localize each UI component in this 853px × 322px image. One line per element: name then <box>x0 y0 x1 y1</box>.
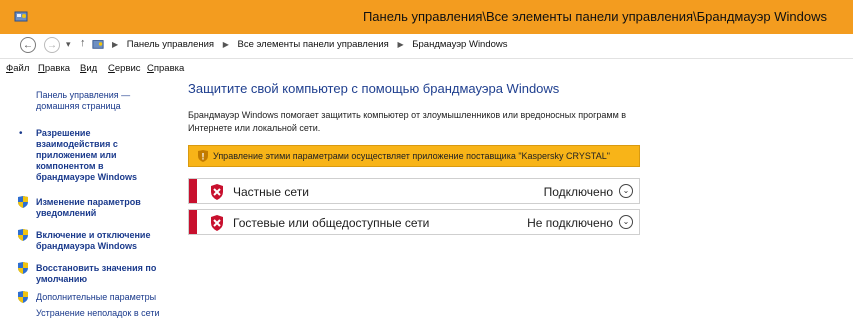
bullet-icon: • <box>19 128 23 139</box>
uac-shield-icon <box>18 262 28 274</box>
sidebar-item-notifications[interactable]: Изменение параметров уведомлений <box>36 197 166 219</box>
warning-text: Управление этими параметрами осуществляе… <box>213 151 610 161</box>
shield-warning-icon: ! <box>198 150 208 162</box>
menu-edit[interactable]: Правка <box>38 63 70 74</box>
sidebar-item-toggle-firewall[interactable]: Включение и отключение брандмауэра Windo… <box>36 230 166 252</box>
sidebar-home-link[interactable]: Панель управления — домашняя страница <box>36 90 166 112</box>
control-panel-small-icon <box>92 38 104 52</box>
page-title: Защитите свой компьютер с помощью брандм… <box>188 81 560 96</box>
network-status-marker <box>189 210 197 234</box>
back-button[interactable]: ← <box>20 37 36 53</box>
warning-banner: ! Управление этими параметрами осуществл… <box>188 145 640 167</box>
sidebar-item-restore-defaults[interactable]: Восстановить значения по умолчанию <box>36 263 166 285</box>
page-description: Брандмауэр Windows помогает защитить ком… <box>188 110 627 133</box>
up-button[interactable]: ↑ <box>80 37 86 49</box>
breadcrumb-item-control-panel[interactable]: Панель управления <box>127 39 214 50</box>
red-x-shield-icon <box>211 184 223 200</box>
uac-shield-icon <box>18 196 28 208</box>
menu-help[interactable]: Справка <box>147 63 184 74</box>
chevron-down-icon[interactable]: ⌄ <box>619 215 633 229</box>
network-row-private[interactable]: Частные сети Подключено ⌄ <box>188 178 640 204</box>
breadcrumb-item-firewall[interactable]: Брандмауэр Windows <box>412 39 507 50</box>
network-name: Частные сети <box>233 185 309 199</box>
network-row-public[interactable]: Гостевые или общедоступные сети Не подкл… <box>188 209 640 235</box>
forward-button[interactable]: → <box>44 37 60 53</box>
chevron-down-icon[interactable]: ⌄ <box>619 184 633 198</box>
breadcrumb-separator-icon[interactable]: ▶ <box>223 40 229 49</box>
menu-bar: Файл Правка Вид Сервис Справка <box>0 59 853 77</box>
menu-file[interactable]: Файл <box>6 63 29 74</box>
sidebar-item-allow-app[interactable]: Разрешение взаимодействия с приложением … <box>36 128 156 183</box>
uac-shield-icon <box>18 229 28 241</box>
window-title: Панель управления\Все элементы панели уп… <box>362 9 827 24</box>
address-bar[interactable]: ← → ▾ ↑ ▶ Панель управления ▶ Все элемен… <box>0 34 853 59</box>
control-panel-icon <box>14 9 28 28</box>
network-status-marker <box>189 179 197 203</box>
menu-tools[interactable]: Сервис <box>108 63 141 74</box>
breadcrumb: ▶ Панель управления ▶ Все элементы панел… <box>112 39 508 50</box>
recent-pages-dropdown-icon[interactable]: ▾ <box>66 39 71 50</box>
network-status: Не подключено <box>527 216 613 230</box>
menu-view[interactable]: Вид <box>80 63 97 74</box>
red-x-shield-icon <box>211 215 223 231</box>
sidebar: Панель управления — домашняя страница • … <box>0 78 178 322</box>
svg-text:!: ! <box>202 152 205 162</box>
network-status: Подключено <box>543 185 613 199</box>
title-bar: Панель управления\Все элементы панели уп… <box>0 0 853 34</box>
breadcrumb-item-all-items[interactable]: Все элементы панели управления <box>238 39 389 50</box>
network-name: Гостевые или общедоступные сети <box>233 216 430 230</box>
breadcrumb-separator-icon[interactable]: ▶ <box>397 40 403 49</box>
sidebar-item-troubleshoot[interactable]: Устранение неполадок в сети <box>36 308 176 319</box>
uac-shield-icon <box>18 291 28 303</box>
breadcrumb-separator-icon: ▶ <box>112 40 119 49</box>
sidebar-item-advanced-settings[interactable]: Дополнительные параметры <box>36 292 176 303</box>
